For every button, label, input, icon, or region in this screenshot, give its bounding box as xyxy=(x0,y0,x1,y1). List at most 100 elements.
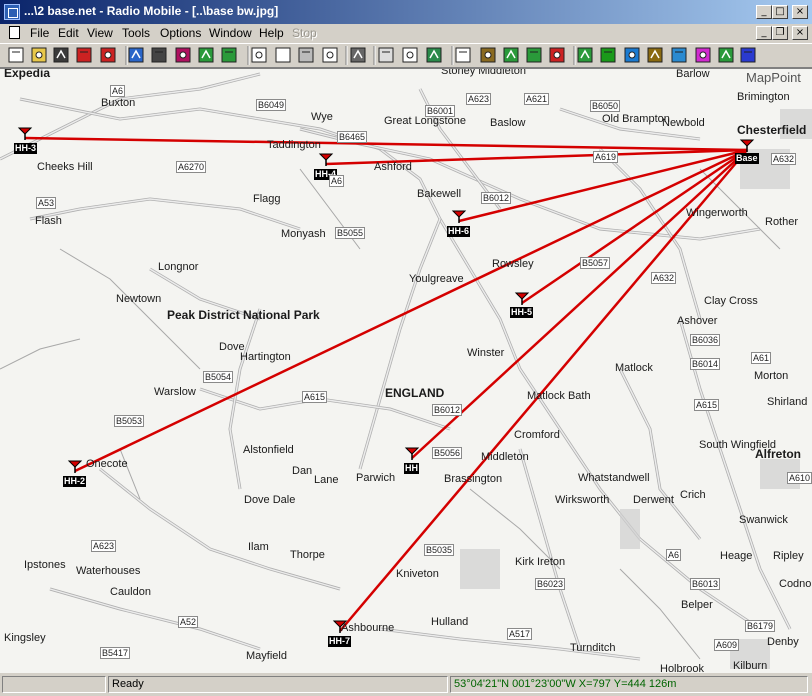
station-label-hh-3[interactable]: HH-3 xyxy=(14,143,38,154)
network-icon[interactable] xyxy=(671,47,687,63)
maximize-button[interactable]: □ xyxy=(772,5,788,19)
road-number-label: A632 xyxy=(651,272,677,284)
place-label: Wirksworth xyxy=(555,494,610,506)
station-label-hh-2[interactable]: HH-2 xyxy=(63,476,87,487)
road-number-label: B6049 xyxy=(256,99,287,111)
menu-edit[interactable]: Edit xyxy=(58,26,79,40)
menu-help[interactable]: Help xyxy=(259,26,284,40)
window-icon[interactable] xyxy=(251,47,267,63)
page-icon[interactable] xyxy=(275,47,291,63)
globe-icon[interactable] xyxy=(128,47,144,63)
map-icon[interactable] xyxy=(426,47,442,63)
close-button[interactable]: × xyxy=(792,5,808,19)
arrow-right-icon[interactable] xyxy=(221,47,237,63)
station-label-hh-6[interactable]: HH-6 xyxy=(447,226,471,237)
menu-options[interactable]: Options xyxy=(160,26,201,40)
place-label: Brassington xyxy=(444,473,503,485)
signal-icon[interactable] xyxy=(740,47,756,63)
place-label: Morton xyxy=(754,370,789,382)
place-label: Winster xyxy=(467,347,505,359)
cursor-coordinates: 53°04'21"N 001°23'00"W X=797 Y=444 126m xyxy=(450,676,808,693)
place-label: Kirk Ireton xyxy=(515,556,566,568)
place-label: Lane xyxy=(314,474,339,486)
menu-view[interactable]: View xyxy=(87,26,113,40)
cut-icon[interactable] xyxy=(76,47,92,63)
target-icon[interactable] xyxy=(175,47,191,63)
road-number-label: B6012 xyxy=(481,192,512,204)
open-folder-icon[interactable] xyxy=(31,47,47,63)
earth-icon[interactable] xyxy=(624,47,640,63)
place-label: Rowsley xyxy=(492,258,534,270)
station-label-hh[interactable]: HH xyxy=(404,463,419,474)
pdf-icon[interactable] xyxy=(322,47,338,63)
green-circle-icon[interactable] xyxy=(600,47,616,63)
arrow-left-icon[interactable] xyxy=(198,47,214,63)
palette-icon[interactable] xyxy=(695,47,711,63)
place-label: Expedia xyxy=(4,68,51,80)
grid-dots-icon[interactable] xyxy=(503,47,519,63)
place-label: Ashbourne xyxy=(341,622,395,634)
hourglass-icon[interactable] xyxy=(647,47,663,63)
place-label: Alfreton xyxy=(755,447,801,461)
app-icon[interactable] xyxy=(4,4,20,20)
road-number-label: A6 xyxy=(666,549,682,561)
place-label: Clay Cross xyxy=(704,295,758,307)
terrain-icon[interactable] xyxy=(480,47,496,63)
place-label: Monyash xyxy=(281,228,326,240)
place-label: Newbold xyxy=(662,117,705,129)
map-view[interactable]: HH-3 HH-4 Base HH-6 HH-5 HH-2 HH HH-7 Expedia Bux… xyxy=(0,68,812,673)
new-file-icon[interactable] xyxy=(8,47,24,63)
chart-icon[interactable] xyxy=(718,47,734,63)
copy-icon[interactable] xyxy=(298,47,314,63)
menu-file[interactable]: File xyxy=(30,26,49,40)
menu-stop: Stop xyxy=(292,26,317,40)
antenna-icon[interactable] xyxy=(67,460,83,473)
place-label: MapPoint xyxy=(746,70,801,85)
place-label: Middleton xyxy=(481,451,529,463)
child-close-button[interactable]: × xyxy=(792,26,808,40)
station-label-hh-5[interactable]: HH-5 xyxy=(510,307,534,318)
place-label: Kilburn xyxy=(733,660,768,672)
station-label-base[interactable]: Base xyxy=(735,153,759,164)
place-label: Warslow xyxy=(154,386,196,398)
map-road xyxy=(518,448,582,650)
road-number-label: B5054 xyxy=(203,371,234,383)
toolbar-separator xyxy=(345,46,348,65)
place-label: Barlow xyxy=(676,68,710,80)
unit-icon[interactable] xyxy=(100,47,116,63)
road-number-label: B5057 xyxy=(580,257,611,269)
map-road xyxy=(358,218,442,470)
paste-icon[interactable] xyxy=(402,47,418,63)
place-label: Rother xyxy=(765,216,799,228)
place-label: Codnor xyxy=(779,578,812,590)
station-label-hh-7[interactable]: HH-7 xyxy=(328,636,352,647)
road-number-label: A53 xyxy=(36,197,57,209)
grid-small-icon[interactable] xyxy=(526,47,542,63)
place-label: Baslow xyxy=(490,117,526,129)
save-icon[interactable] xyxy=(53,47,69,63)
minimize-button[interactable]: _ xyxy=(756,5,772,19)
print-icon[interactable] xyxy=(350,47,366,63)
place-label: Longnor xyxy=(158,261,199,273)
close-map-icon[interactable] xyxy=(549,47,565,63)
antenna-icon[interactable] xyxy=(577,47,593,63)
place-label: Parwich xyxy=(356,472,396,484)
place-label: Dan xyxy=(292,465,313,477)
panel-icon[interactable] xyxy=(455,47,471,63)
place-label: Thorpe xyxy=(290,549,325,561)
menu-tools[interactable]: Tools xyxy=(122,26,150,40)
road-number-label: B6036 xyxy=(690,334,721,346)
clipboard-icon[interactable] xyxy=(378,47,394,63)
toolbar-separator xyxy=(247,46,250,65)
title-bar: ...\2 base.net - Radio Mobile - [..\base… xyxy=(0,0,812,24)
menu-window[interactable]: Window xyxy=(209,26,252,40)
place-label: Waterhouses xyxy=(76,565,141,577)
toolbar-separator xyxy=(125,46,128,65)
map-minor-road xyxy=(0,338,81,370)
document-icon[interactable] xyxy=(9,26,20,39)
map-minor-road xyxy=(619,568,701,660)
road-number-label: B6050 xyxy=(590,100,621,112)
disk-icon[interactable] xyxy=(151,47,167,63)
child-restore-button[interactable]: ❐ xyxy=(772,26,788,40)
child-minimize-button[interactable]: _ xyxy=(756,26,772,40)
